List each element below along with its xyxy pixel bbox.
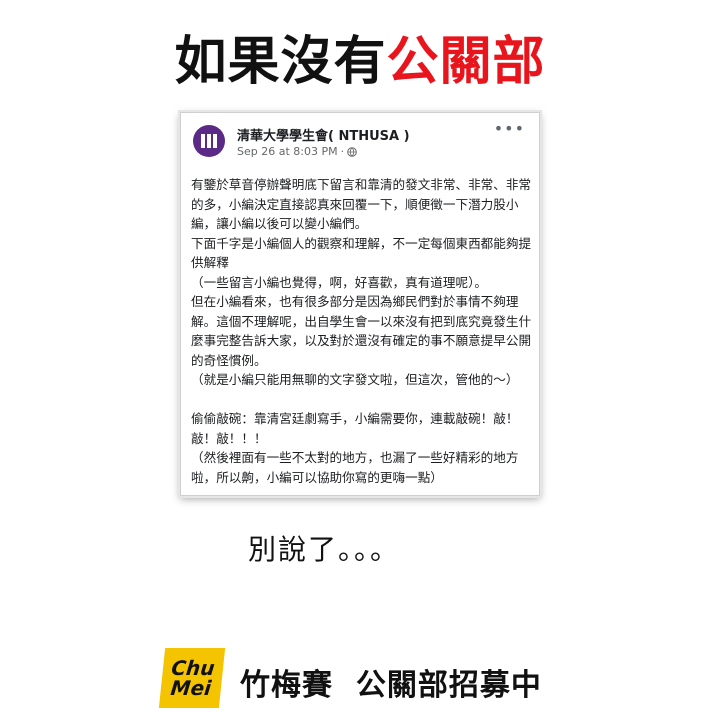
globe-icon[interactable] [347, 146, 357, 157]
post-paragraph: 下面千字是小編個人的觀察和理解，不一定每個東西都能夠提供解釋 [191, 235, 532, 271]
chumei-logo: Chu Mei [158, 648, 226, 708]
post-paragraph: （然後裡面有一些不太對的地方，也漏了一些好精彩的地方啦，所以齁，小編可以協助你寫… [191, 450, 519, 485]
headline-part-1: 如果沒有 [174, 32, 387, 92]
nthusa-logo-icon [201, 134, 217, 148]
headline-part-2: 公關部 [386, 32, 546, 92]
logo-line-1: Chu [170, 656, 216, 680]
caption-text: 別說了。。。 [248, 533, 401, 566]
page-name-link[interactable]: 清華大學學生會( NTHUSA ) [237, 125, 410, 144]
post-paragraph: 但在小編看來，也有很多部分是因為鄉民們對於事情不夠理解。這個不理解呢，出自學生會… [191, 294, 532, 368]
post-paragraph: 偷偷敲碗：靠清宮廷劇寫手，小編需要你，連載敲碗！敲！敲！敲！！！ [191, 411, 519, 446]
facebook-post-card: 清華大學學生會( NTHUSA ) Sep 26 at 8:03 PM · ••… [180, 112, 540, 496]
post-paragraph: （一些留言小編也覺得，啊，好喜歡，真有道理呢）。 [191, 274, 487, 290]
page-avatar[interactable] [193, 125, 225, 157]
page-headline: 如果沒有公關部 [0, 30, 720, 94]
post-paragraph: 有鑒於草音停辦聲明底下留言和靠清的發文非常、非常、非常的多，小編決定直接認真來回… [191, 177, 532, 231]
post-paragraph: （就是小編只能用無聊的文字發文啦，但這次，管他的～） [191, 372, 519, 387]
footer-recruit-text: 竹梅賽 公關部招募中 [240, 668, 542, 703]
meta-separator: · [340, 145, 345, 158]
post-meta: Sep 26 at 8:03 PM · [237, 145, 357, 158]
post-timestamp[interactable]: Sep 26 at 8:03 PM [237, 145, 338, 158]
more-options-icon[interactable]: ••• [494, 119, 525, 138]
post-body: 有鑒於草音停辦聲明底下留言和靠清的發文非常、非常、非常的多，小編決定直接認真來回… [191, 175, 535, 487]
logo-line-2: Mei [169, 676, 213, 700]
